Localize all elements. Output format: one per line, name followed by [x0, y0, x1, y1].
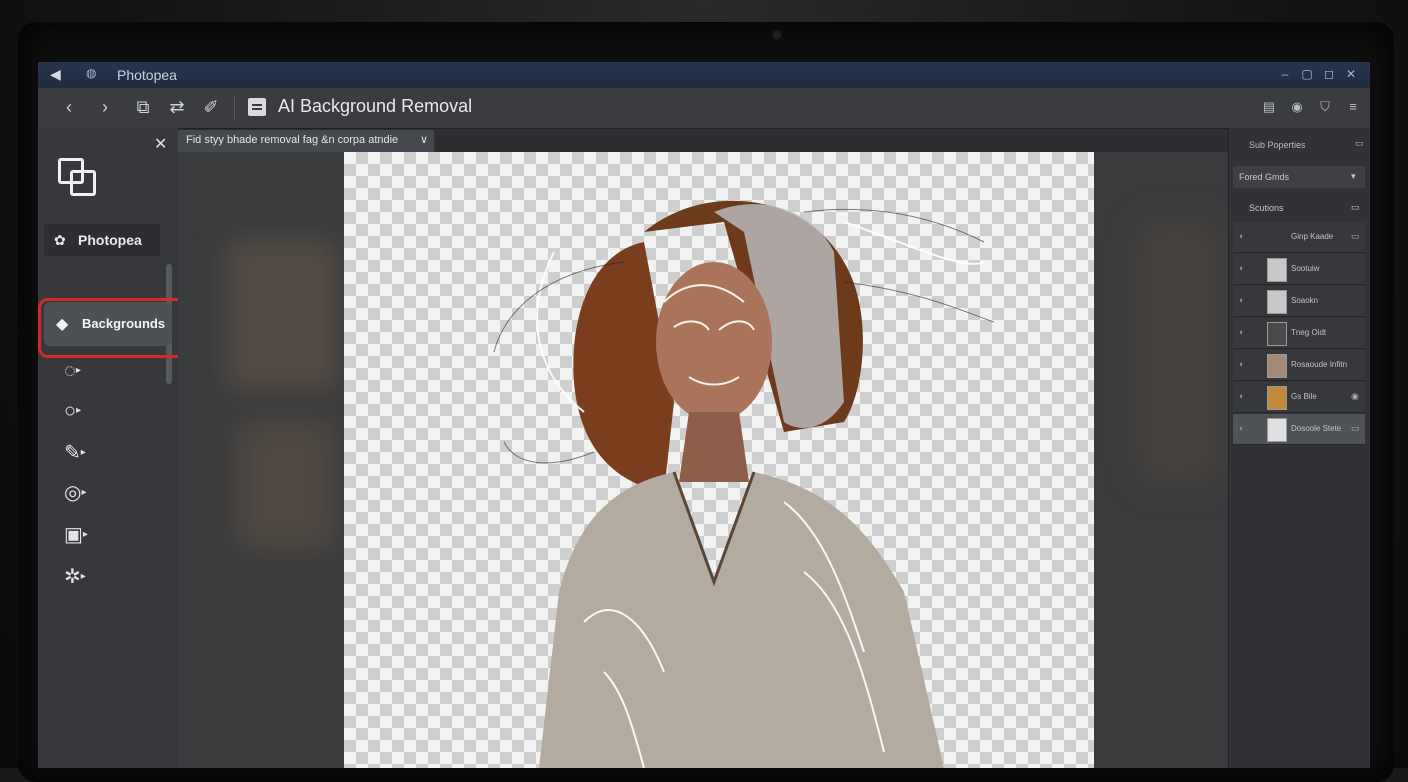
settings-icon[interactable]: ✲▸ [64, 564, 90, 590]
layer-row-active[interactable]: ◐ Dosoole Stete ▭ [1233, 414, 1365, 445]
lock-icon[interactable]: ◉ [1351, 391, 1359, 402]
layer-name: Tneg Oidt [1291, 328, 1327, 337]
share-icon[interactable]: ◉ [1288, 98, 1306, 116]
lasso-icon[interactable]: ◌▸ [64, 358, 90, 384]
visibility-icon[interactable]: ◐ [1239, 295, 1244, 305]
subject-illustration [493, 200, 995, 768]
document-tab-label: Fid styy bhade removal fag &n corpa atnd… [186, 134, 399, 146]
neck-shape [679, 412, 749, 482]
maximize-button[interactable]: ◻ [1322, 67, 1336, 81]
collapse-icon[interactable]: ▭ [1355, 138, 1364, 149]
window-reflection [1138, 222, 1218, 482]
properties-header: Sub Poperties ▭ [1235, 134, 1365, 156]
menu-icon[interactable]: ≡ [1344, 98, 1362, 116]
visibility-icon[interactable]: ◐ [1239, 423, 1244, 433]
layers-menu-icon[interactable]: ▭ [1351, 202, 1360, 213]
close-window-button[interactable]: ✕ [1344, 67, 1358, 81]
layer-thumbnail [1267, 354, 1287, 378]
layer-row[interactable]: ◐ Gs Bile ◉ [1233, 382, 1365, 413]
lock-icon[interactable]: ▭ [1351, 231, 1360, 242]
circle-tool-icon[interactable]: ◎▸ [64, 480, 90, 506]
dress-shape [539, 472, 944, 768]
workspace [178, 152, 1228, 768]
new-window-icon[interactable]: ⧉ [132, 96, 154, 118]
photopea-logo-icon [58, 158, 96, 196]
chevron-down-icon: ▾ [1351, 171, 1356, 181]
layer-thumbnail [1267, 290, 1287, 314]
layer-name: Rosaoude Infitn [1291, 360, 1348, 369]
visibility-icon[interactable]: ◐ [1239, 231, 1244, 241]
camera-icon[interactable]: ▣▸ [64, 522, 90, 548]
app-logo-icon: ◀ [50, 66, 61, 82]
ellipse-select-icon[interactable]: ○▸ [64, 398, 90, 424]
image-canvas[interactable] [344, 152, 1094, 768]
layer-row[interactable]: ◐ Soaokn [1233, 286, 1365, 317]
app-screen: ◀ ◍ Photopea – ▢ ◻ ✕ ‹ › ⧉ ⇄ ✐ AI Backgr… [38, 62, 1370, 768]
restore-button[interactable]: ▢ [1300, 67, 1314, 81]
properties-title: Sub Poperties [1249, 140, 1306, 150]
minimize-button[interactable]: – [1278, 67, 1292, 81]
layer-name: Dosoole Stete [1291, 424, 1342, 433]
layer-name: Soaokn [1291, 296, 1319, 305]
layer-name: Gs Bile [1291, 392, 1317, 401]
webcam [772, 30, 782, 40]
layer-row[interactable]: ◐ Sootuiw [1233, 254, 1365, 285]
swap-icon[interactable]: ⇄ [166, 96, 188, 118]
layer-row[interactable]: ◐ Rosaoude Infitn [1233, 350, 1365, 381]
back-button[interactable]: ‹ [58, 96, 80, 118]
visibility-icon[interactable]: ◐ [1239, 359, 1244, 369]
brand-row[interactable]: ✿ Photopea [44, 224, 160, 256]
blend-dropdown-value: Fored Gmds [1239, 172, 1290, 182]
main-toolbar: ‹ › ⧉ ⇄ ✐ AI Background Removal ▤ ◉ ⛉ ≡ [38, 88, 1370, 129]
brush-icon[interactable]: ✎▸ [64, 440, 90, 466]
brand-label: Photopea [78, 232, 142, 248]
visibility-icon[interactable]: ◐ [1239, 391, 1244, 401]
window-reflection [236, 420, 336, 550]
eyedropper-icon[interactable]: ✐ [200, 96, 222, 118]
export-icon[interactable]: ▤ [1260, 98, 1278, 116]
layer-name: Sootuiw [1291, 264, 1320, 273]
tool-title: AI Background Removal [278, 96, 473, 116]
layer-row[interactable]: ◐ Ginp Kaade ▭ [1233, 222, 1365, 253]
forward-button[interactable]: › [94, 96, 116, 118]
left-panel: ✕ ✿ Photopea ◆ Backgrounds ◌▸ ○▸ ✎▸ ◎▸ ▣… [38, 128, 186, 768]
window-reflection [226, 240, 338, 390]
layer-thumbnail [1267, 258, 1287, 282]
tab-dropdown-icon[interactable]: ∨ [420, 133, 428, 146]
layers-title: Scutions [1249, 203, 1284, 213]
highlight-annotation [38, 298, 186, 358]
lock-icon[interactable]: ▭ [1351, 423, 1360, 434]
document-icon [248, 98, 266, 116]
shield-icon[interactable]: ⛉ [1316, 98, 1334, 116]
app-title: Photopea [117, 67, 177, 83]
app-badge-icon: ◍ [86, 66, 97, 80]
layer-name: Ginp Kaade [1291, 232, 1334, 241]
layer-thumbnail [1267, 386, 1287, 410]
layers-header[interactable]: Scutions ▭ [1233, 198, 1365, 218]
visibility-icon[interactable]: ◐ [1239, 263, 1244, 273]
brand-icon: ✿ [54, 232, 66, 248]
right-panel: Sub Poperties ▭ Fored Gmds ▾ Scutions ▭ … [1228, 128, 1370, 768]
title-bar: ◀ ◍ Photopea – ▢ ◻ ✕ [38, 62, 1370, 88]
layer-thumbnail [1267, 418, 1287, 442]
toolbar-divider [234, 96, 235, 120]
close-panel-button[interactable]: ✕ [154, 134, 167, 154]
visibility-icon[interactable]: ◐ [1239, 327, 1244, 337]
blend-dropdown[interactable]: Fored Gmds ▾ [1233, 166, 1365, 188]
layer-thumbnail [1267, 322, 1287, 346]
document-tab[interactable]: Fid styy bhade removal fag &n corpa atnd… [178, 130, 434, 152]
layer-row[interactable]: ◐ Tneg Oidt [1233, 318, 1365, 349]
